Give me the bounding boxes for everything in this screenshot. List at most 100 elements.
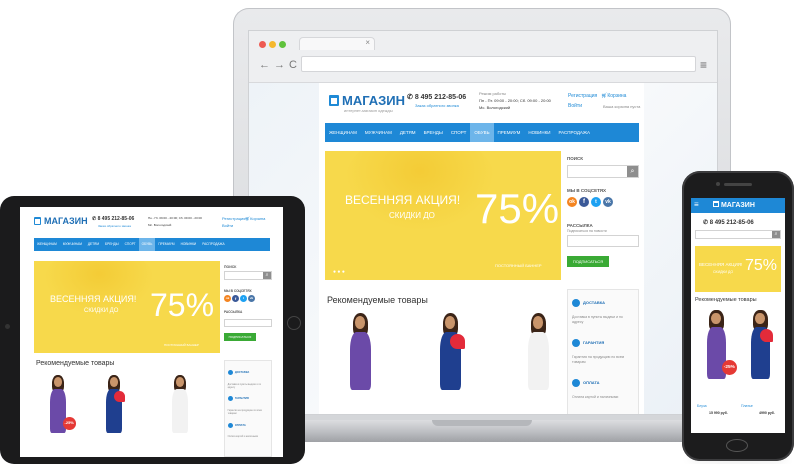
search-input[interactable]: ⌕ [567, 165, 639, 178]
twitter-icon[interactable]: t [591, 197, 601, 207]
callback-link[interactable]: Заказ обратного звонка [415, 103, 459, 108]
phone-search-input[interactable]: ⌕ [695, 230, 781, 239]
slider-dots[interactable]: ● ● ● [333, 269, 345, 275]
tablet-vk-icon[interactable]: vk [248, 295, 255, 302]
site-logo[interactable]: МАГАЗИН [329, 93, 405, 108]
tablet-callback[interactable]: Заказ обратного звонка [98, 224, 131, 228]
tablet-info-icon-3 [227, 422, 233, 428]
phone-product-card-2[interactable] [741, 308, 779, 403]
banner-link[interactable]: ПОСТОЯННЫЙ БАННЕР [495, 263, 542, 268]
info-block-1: ДОСТАВКА Доставка в пункты выдачи и по ад… [572, 294, 634, 324]
tablet-banner-link[interactable]: ПОСТОЯННЫЙ БАННЕР [164, 343, 199, 347]
tablet-home-button[interactable] [287, 316, 301, 330]
nav-item-6[interactable]: ОБУВЬ [470, 123, 494, 142]
social-label: МЫ В СОЦСЕТЯХ [567, 188, 607, 193]
tablet-nav-item-5[interactable]: СПОРТ [122, 238, 139, 251]
register-link[interactable]: Регистрация [568, 93, 597, 99]
phone-product-name-2[interactable]: Платье [741, 404, 753, 408]
product-card-3[interactable] [517, 311, 559, 414]
reload-icon[interactable]: C [289, 59, 301, 71]
tablet-product-card-2[interactable] [98, 373, 130, 453]
nav-item-5[interactable]: СПОРТ [447, 123, 471, 142]
tablet-nav-item-4[interactable]: БРЕНДЫ [102, 238, 122, 251]
phone-product-name-1[interactable]: Блуза [697, 404, 707, 408]
phone-icon: ✆ [407, 94, 415, 101]
tablet-banner[interactable]: ВЕСЕННЯЯ АКЦИЯ! СКИДКИ ДО 75% ПОСТОЯННЫЙ… [34, 261, 220, 353]
tablet-nav-item-3[interactable]: ДЕТЯМ [85, 238, 102, 251]
tablet-twitter-icon[interactable]: t [240, 295, 247, 302]
browser-tab[interactable]: × [299, 37, 375, 50]
forward-arrow-icon[interactable]: → [274, 59, 289, 71]
phone-product-heart-pillow [760, 328, 774, 343]
phone-product-card-1[interactable]: -25% [697, 308, 737, 403]
promo-banner[interactable]: ВЕСЕННЯЯ АКЦИЯ! СКИДКИ ДО 75% ПОСТОЯННЫЙ… [325, 151, 561, 280]
odnoklassniki-icon[interactable]: ok [567, 197, 577, 207]
tablet-email-field[interactable] [224, 319, 272, 327]
subscribe-hint: Подписаться на новости [567, 229, 607, 233]
maximize-window-dot[interactable] [279, 41, 286, 48]
tablet-nav: ЖЕНЩИНАМ МУЖЧИНАМ ДЕТЯМ БРЕНДЫ СПОРТ ОБУВЬ ПРЕ… [34, 238, 270, 251]
tablet-phone[interactable]: ✆ 8 495 212-85-06 [92, 216, 134, 222]
email-field[interactable] [567, 235, 639, 247]
tablet-nav-item-2[interactable]: МУЖЧИНАМ [60, 238, 85, 251]
tablet-login[interactable]: Войти [222, 223, 233, 228]
nav-item-3[interactable]: ДЕТЯМ [396, 123, 420, 142]
tab-close-icon[interactable]: × [365, 38, 370, 47]
tablet-search-input[interactable]: ⌕ [224, 271, 272, 280]
logo-text: МАГАЗИН [342, 93, 406, 108]
tablet-cart[interactable]: 🛒︎Корзина [245, 216, 265, 221]
tablet-address: Мс. Вологодский [148, 223, 172, 227]
nav-item-8[interactable]: НОВИНКИ [524, 123, 554, 142]
phone-number-mobile[interactable]: ✆ 8 495 212-85-06 [703, 219, 754, 226]
minimize-window-dot[interactable] [269, 41, 276, 48]
phone-search-icon[interactable]: ⌕ [772, 231, 780, 238]
social-icons: ok f t vk [567, 197, 613, 207]
nav-item-4[interactable]: БРЕНДЫ [420, 123, 447, 142]
tablet-odnoklassniki-icon[interactable]: ok [224, 295, 231, 302]
tablet-nav-item-7[interactable]: ПРЕМИУМ [155, 238, 177, 251]
login-link[interactable]: Войти [568, 103, 582, 109]
phone-number[interactable]: ✆ 8 495 212-85-06 [407, 93, 466, 101]
address-bar[interactable] [301, 56, 696, 72]
nav-item-2[interactable]: МУЖЧИНАМ [361, 123, 396, 142]
product-card-1[interactable] [339, 311, 381, 414]
tablet-info-icon-1 [227, 369, 233, 376]
info-block-3: ОПЛАТА Оплата картой и наличными [572, 374, 634, 400]
browser-menu-icon[interactable]: ≡ [700, 58, 707, 72]
hamburger-menu-icon[interactable]: ≡ [694, 200, 699, 209]
tablet-search-icon[interactable]: ⌕ [263, 272, 271, 279]
product-dress [527, 332, 549, 390]
phone-discount-badge: -25% [721, 360, 737, 376]
close-window-dot[interactable] [259, 41, 266, 48]
product-dress [349, 332, 371, 390]
tablet-nav-item-1[interactable]: ЖЕНЩИНАМ [34, 238, 60, 251]
nav-item-1[interactable]: ЖЕНЩИНАМ [325, 123, 361, 142]
phone-product-list: -25% Блуза Платье 15 990 руб. 4990 руб. [695, 308, 781, 433]
phone-logo[interactable]: МАГАЗИН [713, 201, 755, 209]
cart-link[interactable]: 🛒︎Корзина [601, 93, 626, 99]
tablet-subscribe-button[interactable]: ПОДПИСАТЬСЯ [224, 333, 256, 341]
tablet-banner-subtitle: СКИДКИ ДО [84, 308, 119, 314]
phone-header-bar: ≡ МАГАЗИН [691, 198, 785, 213]
vk-icon[interactable]: vk [603, 197, 613, 207]
tablet-nav-item-8[interactable]: НОВИНКИ [178, 238, 200, 251]
product-list [329, 311, 559, 414]
facebook-icon[interactable]: f [579, 197, 589, 207]
back-arrow-icon[interactable]: ← [259, 59, 274, 71]
search-icon[interactable]: ⌕ [627, 166, 638, 177]
nav-item-9[interactable]: РАСПРОДАЖА [554, 123, 594, 142]
tablet-product-card-1[interactable]: -25% [42, 373, 76, 453]
tablet-nav-item-9[interactable]: РАСПРОДАЖА [199, 238, 227, 251]
tablet-product-card-3[interactable] [164, 373, 196, 453]
tablet-register[interactable]: Регистрация [222, 216, 245, 221]
phone-banner[interactable]: ВЕСЕННЯЯ АКЦИЯ! СКИДКИ ДО 75% [695, 246, 781, 292]
phone-device: ≡ МАГАЗИН ✆ 8 495 212-85-06 ⌕ ВЕСЕННЯЯ А… [682, 171, 794, 461]
tablet-featured-title: Рекомендуемые товары [36, 360, 115, 367]
tablet-facebook-icon[interactable]: f [232, 295, 239, 302]
tablet-nav-item-6[interactable]: ОБУВЬ [138, 238, 156, 251]
product-card-2[interactable] [429, 311, 471, 414]
phone-home-button[interactable] [726, 439, 748, 452]
tablet-logo[interactable]: МАГАЗИН [34, 216, 88, 226]
subscribe-button[interactable]: ПОДПИСАТЬСЯ [567, 256, 609, 267]
nav-item-7[interactable]: ПРЕМИУМ [494, 123, 525, 142]
